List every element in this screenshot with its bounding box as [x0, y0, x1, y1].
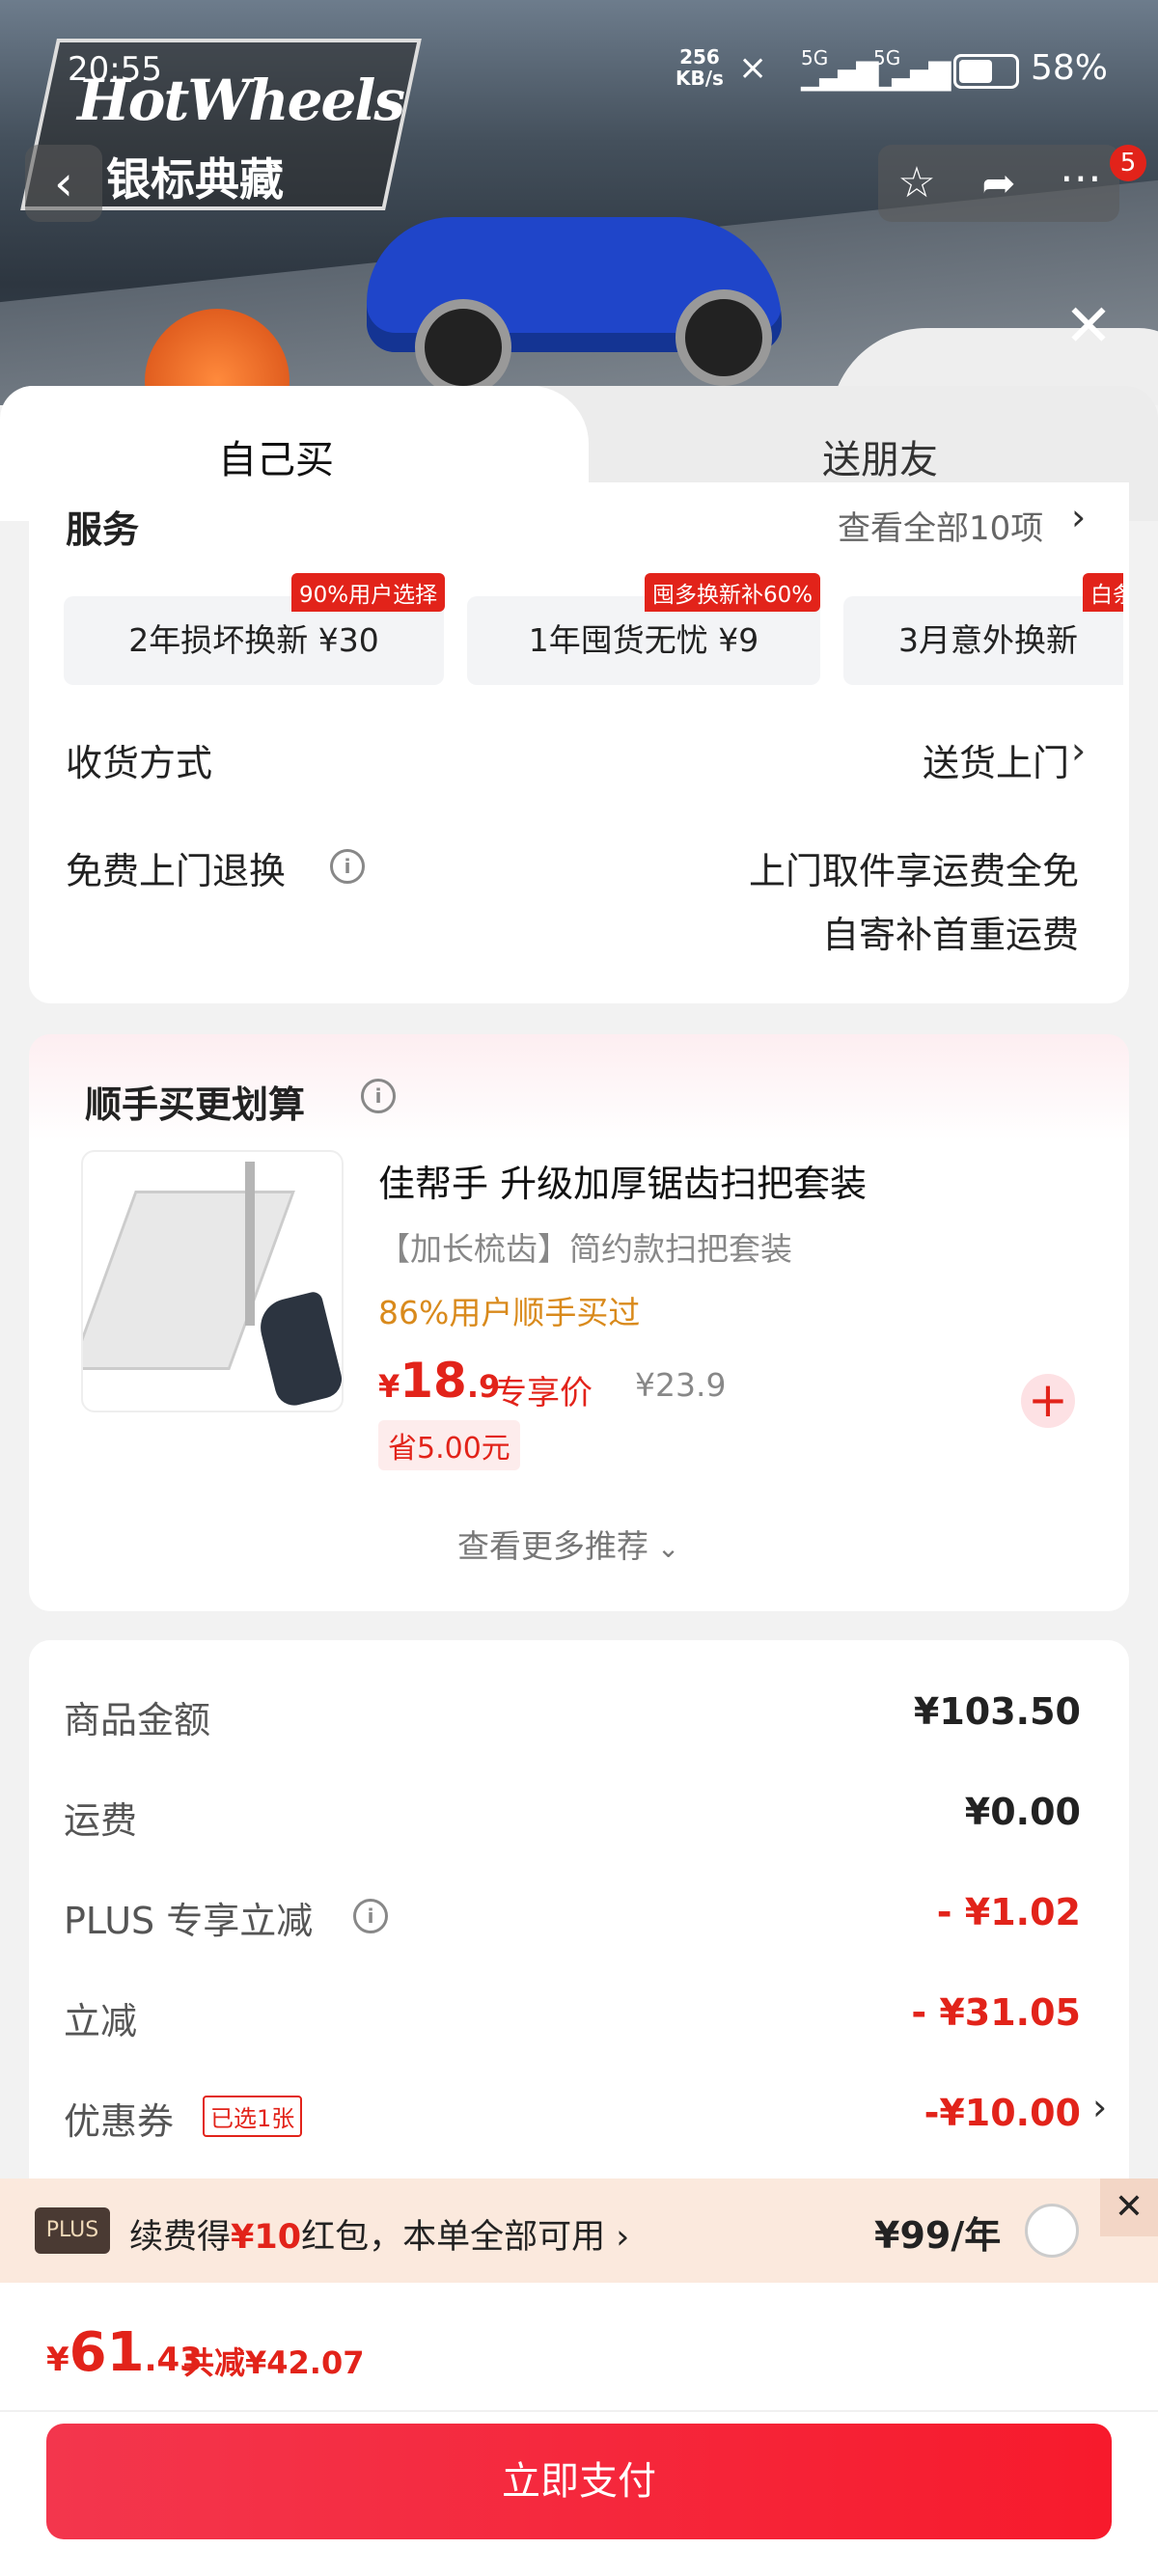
battery-icon — [953, 54, 1019, 89]
services-card: 服务 查看全部10项 › 2年损坏换新 ¥30 90%用户选择 1年囤货无忧 ¥… — [29, 482, 1129, 1003]
chevron-right-icon: › — [1092, 2086, 1108, 2128]
summary-label-discount: 立减 — [64, 2000, 138, 2042]
total-discount: 共减¥42.07 — [183, 2344, 365, 2381]
addon-product-image[interactable] — [81, 1150, 344, 1412]
tab-gift-label: 送朋友 — [822, 438, 938, 482]
chevron-right-icon: › — [1071, 496, 1087, 538]
summary-value-shipping: ¥0.00 — [964, 1791, 1081, 1833]
delivery-value[interactable]: 送货上门 — [704, 733, 1069, 786]
handle-shape — [245, 1162, 255, 1326]
addon-buy-rate: 86%用户顺手买过 — [378, 1294, 641, 1331]
signal-2-icon: ▁▃▅▇ — [873, 58, 951, 92]
battery-level: 58% — [1031, 48, 1109, 88]
addon-price-tag: 专享价 — [494, 1374, 593, 1412]
summary-value-discount: - ¥31.05 — [911, 1991, 1081, 2034]
addon-price: ¥18.9 — [378, 1353, 501, 1409]
tab-self-label: 自己买 — [218, 438, 334, 482]
price-summary-card: 商品金额 ¥103.50 运费 ¥0.00 PLUS 专享立减 i - ¥1.0… — [29, 1640, 1129, 2238]
star-icon[interactable]: ☆ — [888, 154, 946, 212]
product-banner: HotWheels 银标典藏 20:55 256 KB/s ⨯ 5G ▁▃▅▇ 5… — [0, 0, 1158, 405]
service-option-1-tag: 90%用户选择 — [291, 573, 446, 612]
add-to-order-button[interactable]: + — [1021, 1374, 1075, 1428]
pay-now-button[interactable]: 立即支付 — [46, 2424, 1112, 2539]
summary-label-goods: 商品金额 — [64, 1699, 211, 1741]
free-return-line1: 上门取件享运费全免 — [748, 850, 1079, 892]
info-icon[interactable]: i — [361, 1079, 396, 1113]
addon-orig-price: ¥23.9 — [635, 1366, 727, 1404]
service-option-3[interactable]: 3月意外换新 — [843, 596, 1123, 685]
status-time: 20:55 — [68, 50, 162, 89]
total-price: ¥61.43 — [46, 2321, 203, 2384]
services-view-all[interactable]: 查看全部10项 — [838, 502, 1043, 549]
signal-1-icon: ▁▃▅▇ — [801, 58, 878, 92]
plus-select-radio[interactable] — [1025, 2204, 1079, 2258]
info-icon[interactable]: i — [353, 1899, 388, 1933]
delivery-label: 收货方式 — [66, 742, 213, 784]
notification-badge: 5 — [1110, 145, 1146, 181]
services-title: 服务 — [66, 508, 140, 551]
addon-section-title: 顺手买更划算 — [85, 1083, 306, 1126]
addon-product-desc: 【加长梳齿】简约款扫把套装 — [378, 1230, 792, 1268]
plus-badge: PLUS — [35, 2207, 110, 2254]
summary-value-plus: - ¥1.02 — [936, 1891, 1081, 1933]
network-speed: 256 KB/s — [676, 45, 724, 90]
addon-save-tag: 省5.00元 — [378, 1420, 520, 1470]
chevron-right-icon: › — [605, 2218, 630, 2257]
free-return-line2: 自寄补首重运费 — [821, 914, 1079, 956]
share-icon[interactable]: ➦ — [970, 154, 1028, 212]
divider — [0, 2410, 1158, 2412]
close-icon[interactable]: ✕ — [1060, 297, 1117, 355]
chevron-down-icon: ⌄ — [648, 1532, 680, 1564]
summary-value-coupon[interactable]: -¥10.00 — [647, 2092, 1081, 2134]
plus-renew-text[interactable]: 续费得¥10红包，本单全部可用 › — [129, 2209, 629, 2259]
addon-card: 顺手买更划算 i 佳帮手 升级加厚锯齿扫把套装 【加长梳齿】简约款扫把套装 86… — [29, 1034, 1129, 1611]
summary-label-plus: PLUS 专享立减 — [64, 1900, 314, 1942]
close-icon[interactable]: ✕ — [1100, 2179, 1158, 2236]
service-option-2-tag: 囤多换新补60% — [645, 573, 821, 612]
plus-renew-bar[interactable]: PLUS 续费得¥10红包，本单全部可用 › ¥99/年 ✕ — [0, 2179, 1158, 2283]
car-wheel — [676, 289, 772, 386]
service-option-3-clip: 3月意外换新 白条 — [843, 573, 1123, 689]
plus-price: ¥99/年 — [874, 2214, 1002, 2257]
summary-label-coupon: 优惠券 — [64, 2100, 175, 2143]
info-icon[interactable]: i — [330, 849, 365, 884]
free-return-label: 免费上门退换 — [66, 850, 287, 892]
summary-label-shipping: 运费 — [64, 1799, 138, 1842]
addon-product-name[interactable]: 佳帮手 升级加厚锯齿扫把套装 — [378, 1154, 867, 1207]
more-icon[interactable]: ⋯ — [1052, 154, 1110, 212]
car-wheel — [415, 299, 511, 396]
alarm-off-icon: ⨯ — [738, 48, 768, 88]
back-button[interactable]: ‹ — [25, 145, 102, 222]
coupon-selected-tag: 已选1张 — [203, 2096, 303, 2137]
broom-shape — [254, 1290, 342, 1410]
service-option-3-tag: 白条 — [1083, 573, 1123, 612]
more-recommend-link[interactable]: 查看更多推荐 ⌄ — [457, 1521, 679, 1567]
series-title: 银标典藏 — [106, 153, 284, 206]
summary-value-goods: ¥103.50 — [913, 1690, 1081, 1733]
chevron-left-icon: ‹ — [54, 155, 73, 211]
chevron-right-icon: › — [1071, 729, 1087, 772]
